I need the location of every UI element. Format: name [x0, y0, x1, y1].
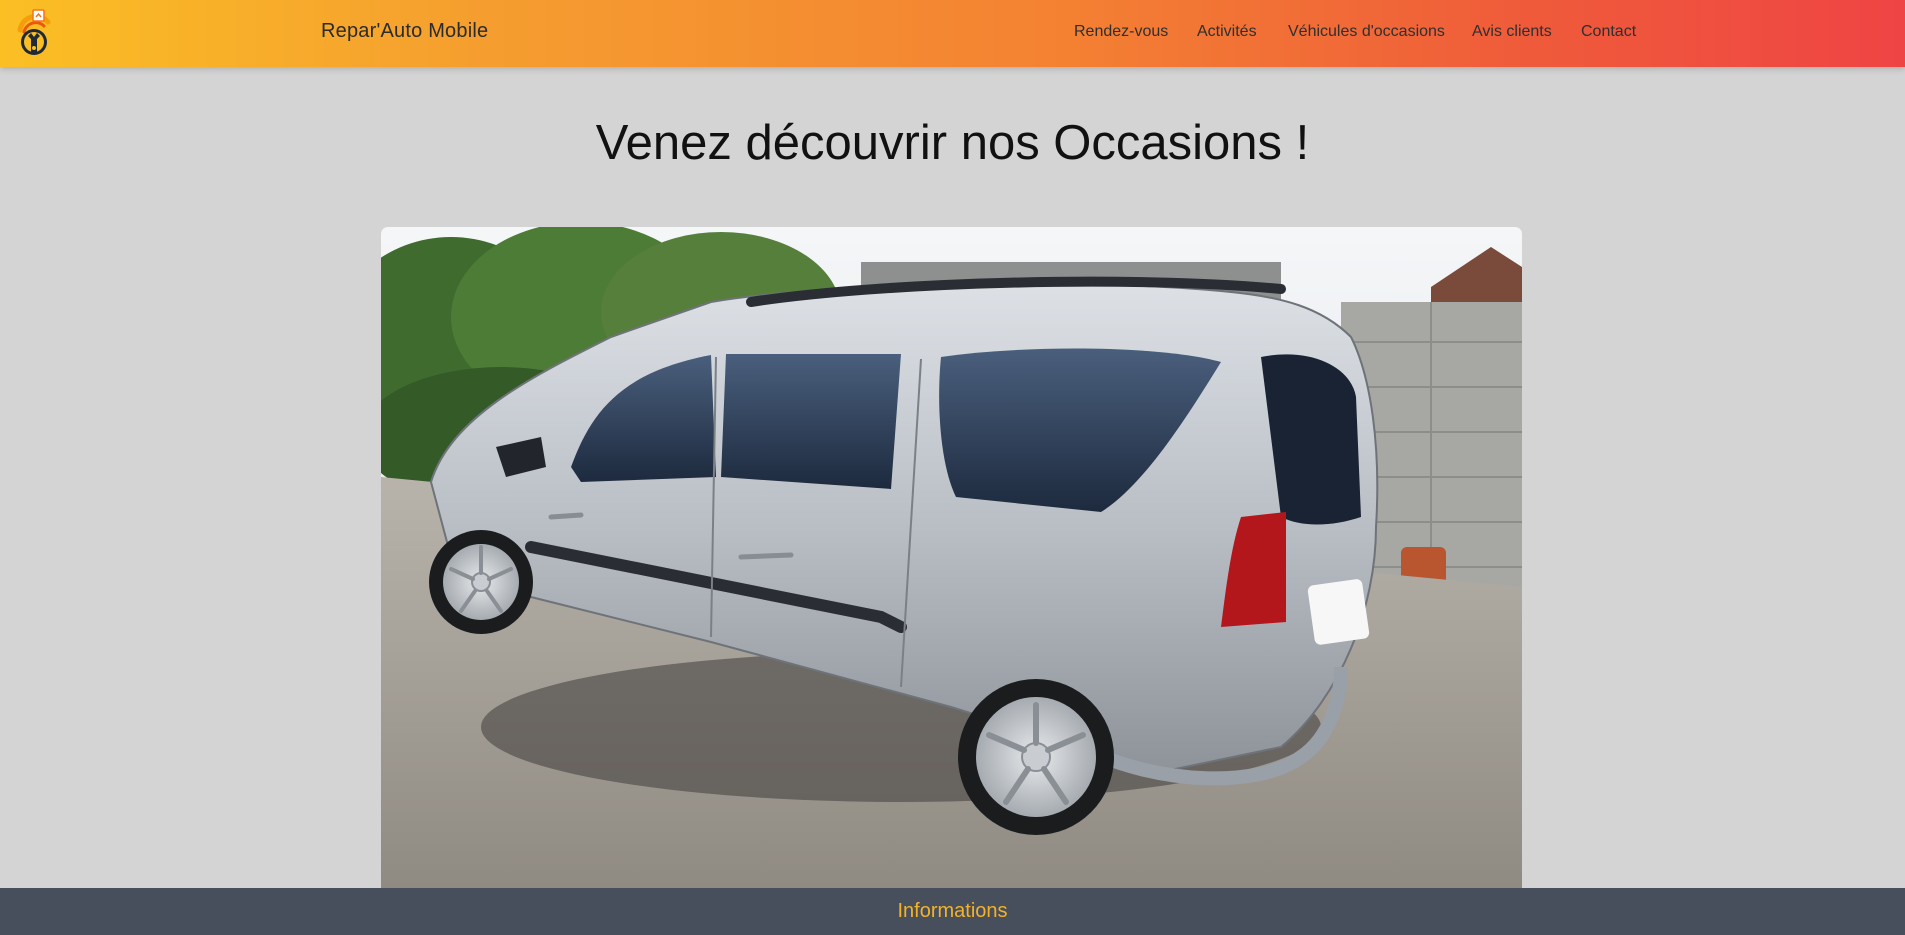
- nav-link-avis-clients[interactable]: Avis clients: [1472, 23, 1552, 41]
- nav-link-rendez-vous[interactable]: Rendez-vous: [1074, 23, 1168, 41]
- navbar: Repar'Auto Mobile Rendez-vous Activités …: [0, 0, 1905, 67]
- nav-link-contact[interactable]: Contact: [1581, 23, 1636, 41]
- nav-menu: Rendez-vous Activités Véhicules d'occasi…: [0, 23, 1905, 45]
- nav-link-activites[interactable]: Activités: [1197, 23, 1257, 41]
- nav-link-vehicules-occasions[interactable]: Véhicules d'occasions: [1288, 23, 1445, 41]
- footer-bar: Informations: [0, 888, 1905, 935]
- page-title: Venez découvrir nos Occasions !: [595, 116, 1310, 170]
- footer-informations-link[interactable]: Informations: [897, 900, 1007, 923]
- car-photo: [381, 227, 1522, 888]
